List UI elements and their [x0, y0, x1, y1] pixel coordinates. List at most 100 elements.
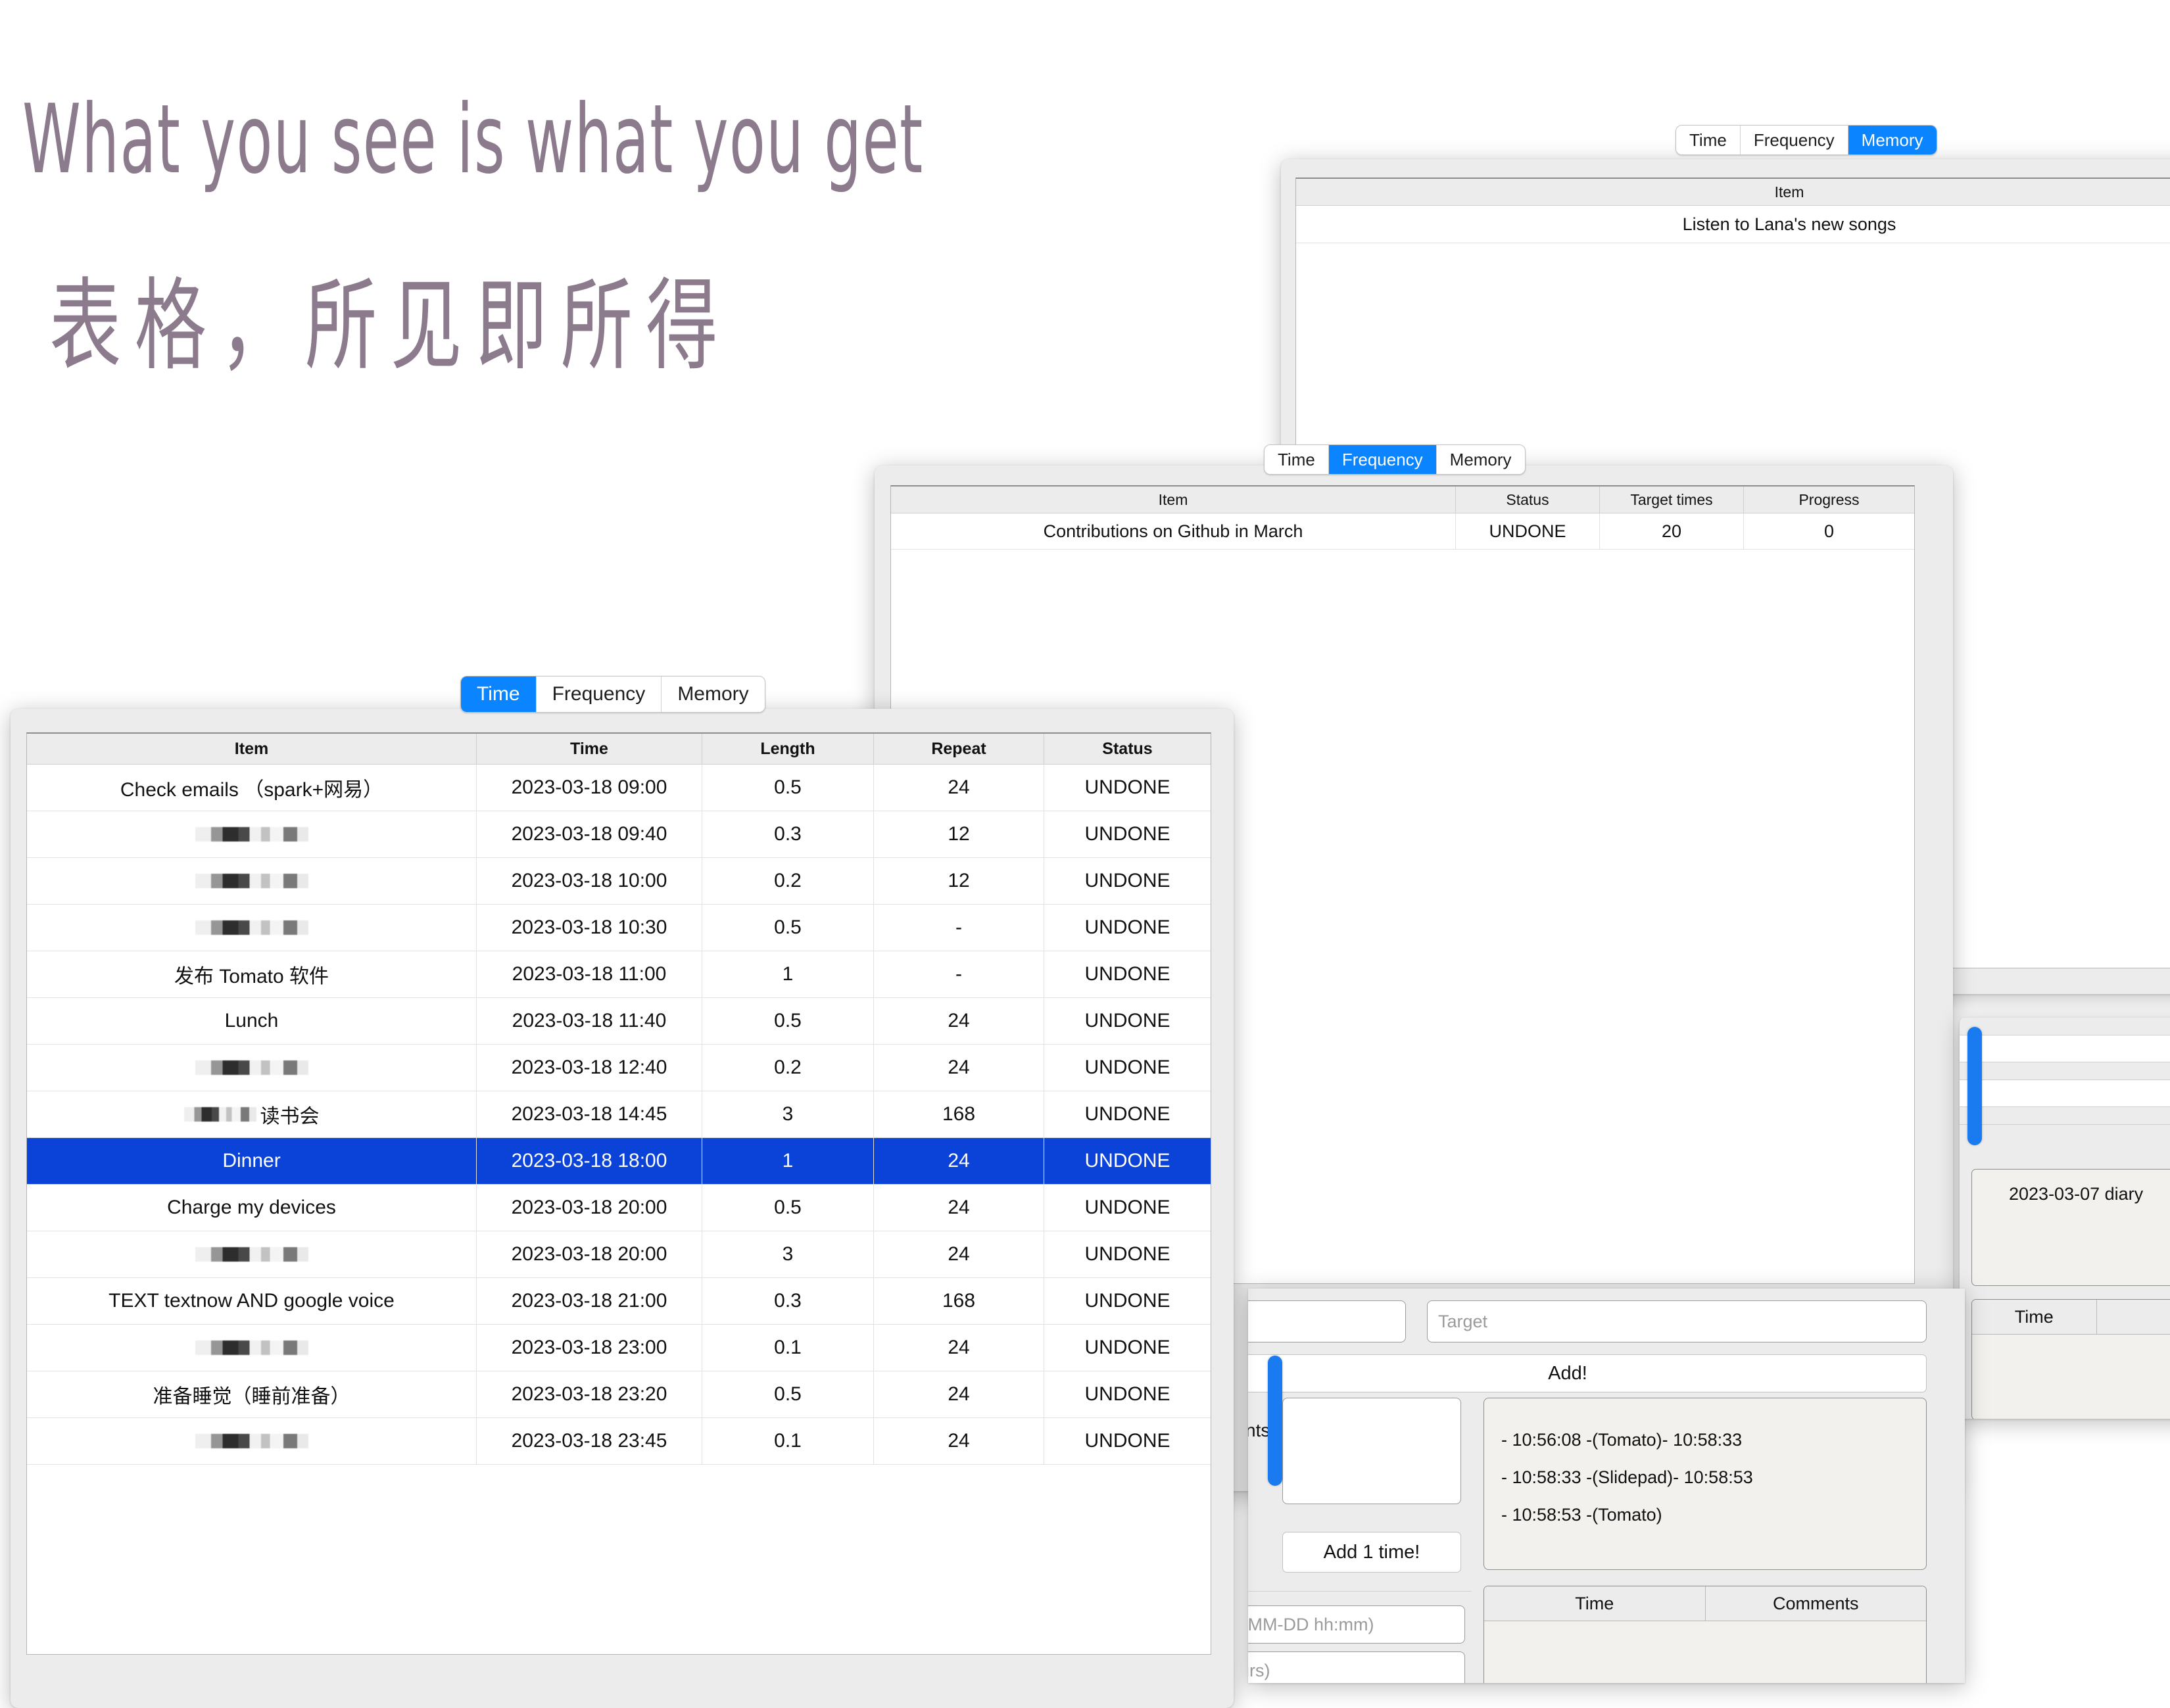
cell-repeat: 24 [874, 765, 1044, 811]
table-row[interactable]: 2023-03-18 20:00324UNDONE [27, 1231, 1211, 1278]
time-window: Item Time Length Repeat Status Check ema… [11, 709, 1234, 1708]
cell-item-visible-text: 读书会 [260, 1100, 320, 1129]
cell-repeat: 12 [874, 811, 1044, 857]
cell-length: 0.5 [702, 998, 874, 1044]
list-item[interactable] [1960, 1062, 2170, 1080]
table-row[interactable]: 发布 Tomato 软件2023-03-18 11:001-UNDONE [27, 951, 1211, 998]
column-header-item[interactable]: Item [891, 486, 1456, 513]
table-row[interactable]: Dinner2023-03-18 18:00124UNDONE [27, 1138, 1211, 1185]
time-table-body: Check emails （spark+网易）2023-03-18 09:000… [27, 765, 1211, 1465]
tabbar-memory-window[interactable]: Time Frequency Memory [1676, 125, 1937, 155]
diary-time-table[interactable]: Time [1971, 1299, 2170, 1419]
cell-item [27, 1045, 477, 1091]
table-row[interactable]: 2023-03-18 23:000.124UNDONE [27, 1325, 1211, 1371]
tab-time[interactable]: Time [1676, 126, 1741, 154]
add-button[interactable]: Add! [1248, 1354, 1927, 1392]
tabbar-time-window[interactable]: Time Frequency Memory [460, 676, 765, 713]
cell-time: 2023-03-18 21:00 [477, 1278, 702, 1324]
list-item[interactable] [1960, 1107, 2170, 1125]
redacted-item-text [195, 1434, 308, 1448]
comments-textarea[interactable] [1282, 1398, 1461, 1504]
cell-item [27, 1418, 477, 1464]
cell-repeat: 24 [874, 1185, 1044, 1231]
tab-memory[interactable]: Memory [662, 676, 764, 712]
target-field[interactable]: Target [1427, 1300, 1927, 1342]
tab-frequency[interactable]: Frequency [1329, 445, 1437, 474]
column-header-comments[interactable]: Comments [1706, 1586, 1927, 1621]
cell-item: 读书会 [27, 1091, 477, 1137]
cell-item: Listen to Lana's new songs [1296, 206, 2170, 243]
cell-time: 2023-03-18 09:00 [477, 765, 702, 811]
datetime-field[interactable]: YY-MM-DD hh:mm) [1248, 1605, 1465, 1644]
cell-time: 2023-03-18 20:00 [477, 1231, 702, 1277]
table-row[interactable]: 读书会2023-03-18 14:453168UNDONE [27, 1091, 1211, 1138]
comments-table[interactable]: Time Comments [1483, 1586, 1927, 1683]
cell-time: 2023-03-18 18:00 [477, 1138, 702, 1184]
column-header-time[interactable]: Time [1484, 1586, 1706, 1621]
cell-repeat: 24 [874, 1325, 1044, 1371]
table-row[interactable]: Listen to Lana's new songs [1296, 206, 2170, 243]
column-header-target-times[interactable]: Target times [1600, 486, 1744, 513]
list-item[interactable] [1960, 1018, 2170, 1035]
cell-length: 0.5 [702, 765, 874, 811]
frequency-table-header: Item Status Target times Progress [891, 486, 1914, 513]
table-row[interactable]: 准备睡觉（睡前准备）2023-03-18 23:200.524UNDONE [27, 1371, 1211, 1418]
column-header-status[interactable]: Status [1044, 734, 1211, 764]
column-header-blank[interactable] [2097, 1300, 2170, 1334]
tab-time[interactable]: Time [1265, 445, 1329, 474]
redacted-item-text [195, 827, 308, 842]
tab-memory[interactable]: Memory [1437, 445, 1525, 474]
tab-memory[interactable]: Memory [1848, 126, 1937, 154]
cell-status: UNDONE [1044, 1371, 1211, 1417]
table-row[interactable]: 2023-03-18 12:400.224UNDONE [27, 1045, 1211, 1091]
cell-status: UNDONE [1044, 858, 1211, 904]
table-row[interactable]: 2023-03-18 10:000.212UNDONE [27, 858, 1211, 905]
length-hours-field[interactable]: hours) [1248, 1651, 1465, 1683]
diary-scrollbar-thumb[interactable] [1967, 1027, 1982, 1145]
cell-time: 2023-03-18 10:00 [477, 858, 702, 904]
detail-panel-scrollbar-thumb[interactable] [1268, 1356, 1282, 1486]
column-header-item[interactable]: Item [1296, 179, 2170, 205]
tabbar-frequency-window[interactable]: Time Frequency Memory [1264, 444, 1526, 475]
cell-time: 2023-03-18 23:45 [477, 1418, 702, 1464]
table-row[interactable]: Check emails （spark+网易）2023-03-18 09:000… [27, 765, 1211, 811]
table-row[interactable]: Charge my devices2023-03-18 20:000.524UN… [27, 1185, 1211, 1231]
cell-time: 2023-03-18 23:20 [477, 1371, 702, 1417]
tab-time[interactable]: Time [461, 676, 537, 712]
name-field[interactable] [1248, 1300, 1406, 1342]
cell-item [27, 1231, 477, 1277]
diary-time-table-header: Time [1972, 1300, 2170, 1335]
cell-status: UNDONE [1044, 1091, 1211, 1137]
tab-frequency[interactable]: Frequency [537, 676, 662, 712]
column-header-length[interactable]: Length [702, 734, 874, 764]
cell-length: 3 [702, 1231, 874, 1277]
tab-frequency[interactable]: Frequency [1741, 126, 1848, 154]
column-header-time[interactable]: Time [1972, 1300, 2097, 1334]
list-item[interactable] [1960, 1035, 2170, 1062]
cell-length: 0.5 [702, 1371, 874, 1417]
add-one-time-button[interactable]: Add 1 time! [1282, 1532, 1461, 1573]
hero-headline-chinese: 表格，所见即所得 [49, 276, 731, 376]
table-row[interactable]: TEXT textnow AND google voice2023-03-18 … [27, 1278, 1211, 1325]
cell-item [27, 858, 477, 904]
list-item[interactable] [1960, 1080, 2170, 1107]
redacted-item-text [195, 1340, 308, 1355]
column-header-time[interactable]: Time [477, 734, 702, 764]
redacted-item-text [195, 1247, 308, 1262]
table-row[interactable]: Contributions on Github in March UNDONE … [891, 513, 1914, 550]
column-header-status[interactable]: Status [1456, 486, 1600, 513]
column-header-item[interactable]: Item [27, 734, 477, 764]
cell-time: 2023-03-18 23:00 [477, 1325, 702, 1371]
table-row[interactable]: 2023-03-18 09:400.312UNDONE [27, 811, 1211, 858]
table-row[interactable]: 2023-03-18 10:300.5-UNDONE [27, 905, 1211, 951]
time-table[interactable]: Item Time Length Repeat Status Check ema… [26, 732, 1211, 1655]
cell-repeat: 12 [874, 858, 1044, 904]
column-header-progress[interactable]: Progress [1744, 486, 1914, 513]
diary-note-box[interactable]: 2023-03-07 diary [1971, 1169, 2170, 1286]
divider [1248, 1591, 1472, 1592]
time-table-header: Item Time Length Repeat Status [27, 734, 1211, 765]
table-row[interactable]: 2023-03-18 23:450.124UNDONE [27, 1418, 1211, 1465]
cell-status: UNDONE [1044, 765, 1211, 811]
column-header-repeat[interactable]: Repeat [874, 734, 1044, 764]
table-row[interactable]: Lunch2023-03-18 11:400.524UNDONE [27, 998, 1211, 1045]
